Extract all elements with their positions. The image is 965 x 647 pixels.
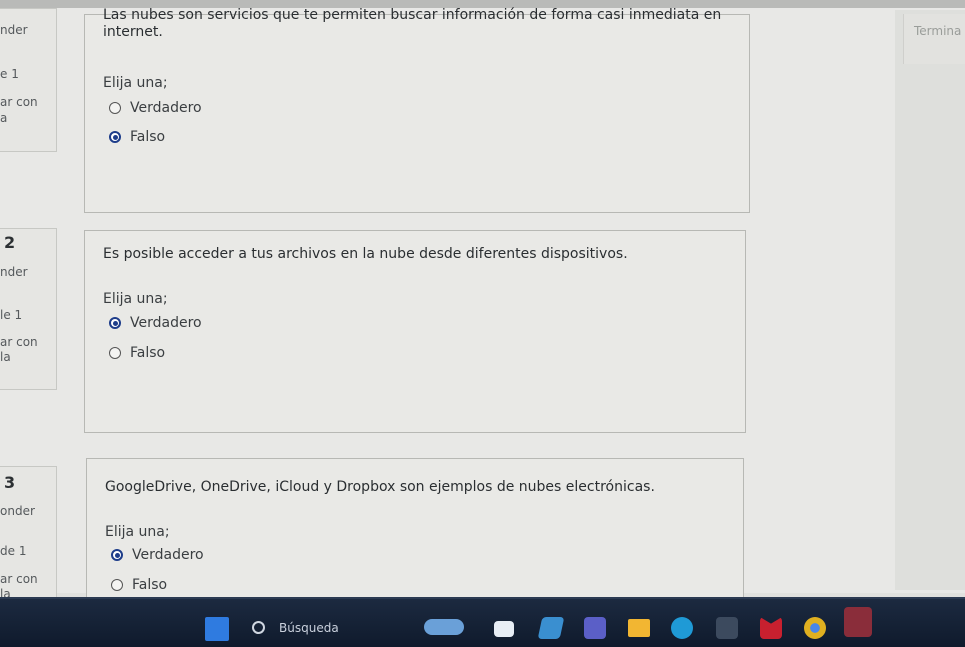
- file-explorer-icon[interactable]: [628, 619, 650, 637]
- question-state: nder: [0, 265, 28, 279]
- radio-button[interactable]: [111, 579, 123, 591]
- option-falso[interactable]: Falso: [109, 129, 165, 145]
- flag-question[interactable]: ar con: [0, 572, 38, 586]
- answer-prompt: Elija una;: [105, 524, 170, 540]
- question-state: nder: [0, 23, 28, 37]
- question-state: onder: [0, 504, 35, 518]
- question-text: GoogleDrive, OneDrive, iCloud y Dropbox …: [105, 479, 655, 495]
- question-text: Las nubes son servicios que te permiten …: [103, 7, 722, 40]
- option-label: Verdadero: [130, 315, 202, 331]
- option-verdadero[interactable]: Verdadero: [109, 315, 202, 331]
- answer-prompt: Elija una;: [103, 291, 168, 307]
- calculator-icon[interactable]: [716, 617, 738, 639]
- flag-question-cont: la: [0, 350, 11, 364]
- question-mark: e 1: [0, 67, 19, 81]
- question-mark: de 1: [0, 544, 27, 558]
- flag-question-cont: a: [0, 111, 8, 125]
- answer-prompt: Elija una;: [103, 75, 168, 91]
- question-box-1: Las nubes son servicios que te permiten …: [84, 7, 750, 213]
- question-box-2: Es posible acceder a tus archivos en la …: [84, 230, 746, 433]
- word-icon[interactable]: [844, 607, 872, 637]
- start-icon[interactable]: [205, 617, 229, 641]
- search-icon: [252, 621, 265, 634]
- radio-button-selected[interactable]: [111, 549, 123, 561]
- question-number: 3: [4, 473, 16, 492]
- widgets-icon[interactable]: [424, 619, 464, 635]
- taskbar: Búsqueda: [0, 597, 965, 647]
- edge-icon[interactable]: [671, 617, 693, 639]
- option-label: Verdadero: [130, 100, 202, 116]
- flag-question[interactable]: ar con: [0, 95, 38, 109]
- question-info-1: nder e 1 ar con a: [0, 8, 57, 152]
- question-info-3: 3 onder de 1 ar con la: [0, 466, 57, 608]
- question-text: Es posible acceder a tus archivos en la …: [103, 246, 628, 262]
- file-icon[interactable]: [494, 621, 514, 637]
- teams-icon[interactable]: [584, 617, 606, 639]
- option-falso[interactable]: Falso: [111, 577, 167, 593]
- taskbar-search[interactable]: Búsqueda: [252, 621, 402, 647]
- question-info-2: 2 nder le 1 ar con la: [0, 228, 57, 390]
- copilot-icon[interactable]: [537, 617, 565, 639]
- finish-attempt-link[interactable]: Termina: [903, 14, 965, 64]
- question-mark: le 1: [0, 308, 23, 322]
- search-label: Búsqueda: [279, 621, 339, 635]
- radio-button-selected[interactable]: [109, 131, 121, 143]
- flag-question[interactable]: ar con: [0, 335, 38, 349]
- chrome-icon[interactable]: [804, 617, 826, 639]
- right-column: [895, 10, 965, 590]
- radio-button-selected[interactable]: [109, 317, 121, 329]
- option-label: Falso: [130, 345, 166, 361]
- option-label: Verdadero: [132, 547, 204, 563]
- option-falso[interactable]: Falso: [109, 345, 165, 361]
- option-label: Falso: [132, 577, 168, 593]
- mcafee-icon[interactable]: [760, 617, 782, 639]
- radio-button[interactable]: [109, 347, 121, 359]
- option-label: Falso: [130, 129, 166, 145]
- option-verdadero[interactable]: Verdadero: [111, 547, 204, 563]
- radio-button[interactable]: [109, 102, 121, 114]
- option-verdadero[interactable]: Verdadero: [109, 100, 202, 116]
- question-number: 2: [4, 233, 16, 252]
- question-box-3: GoogleDrive, OneDrive, iCloud y Dropbox …: [86, 458, 744, 600]
